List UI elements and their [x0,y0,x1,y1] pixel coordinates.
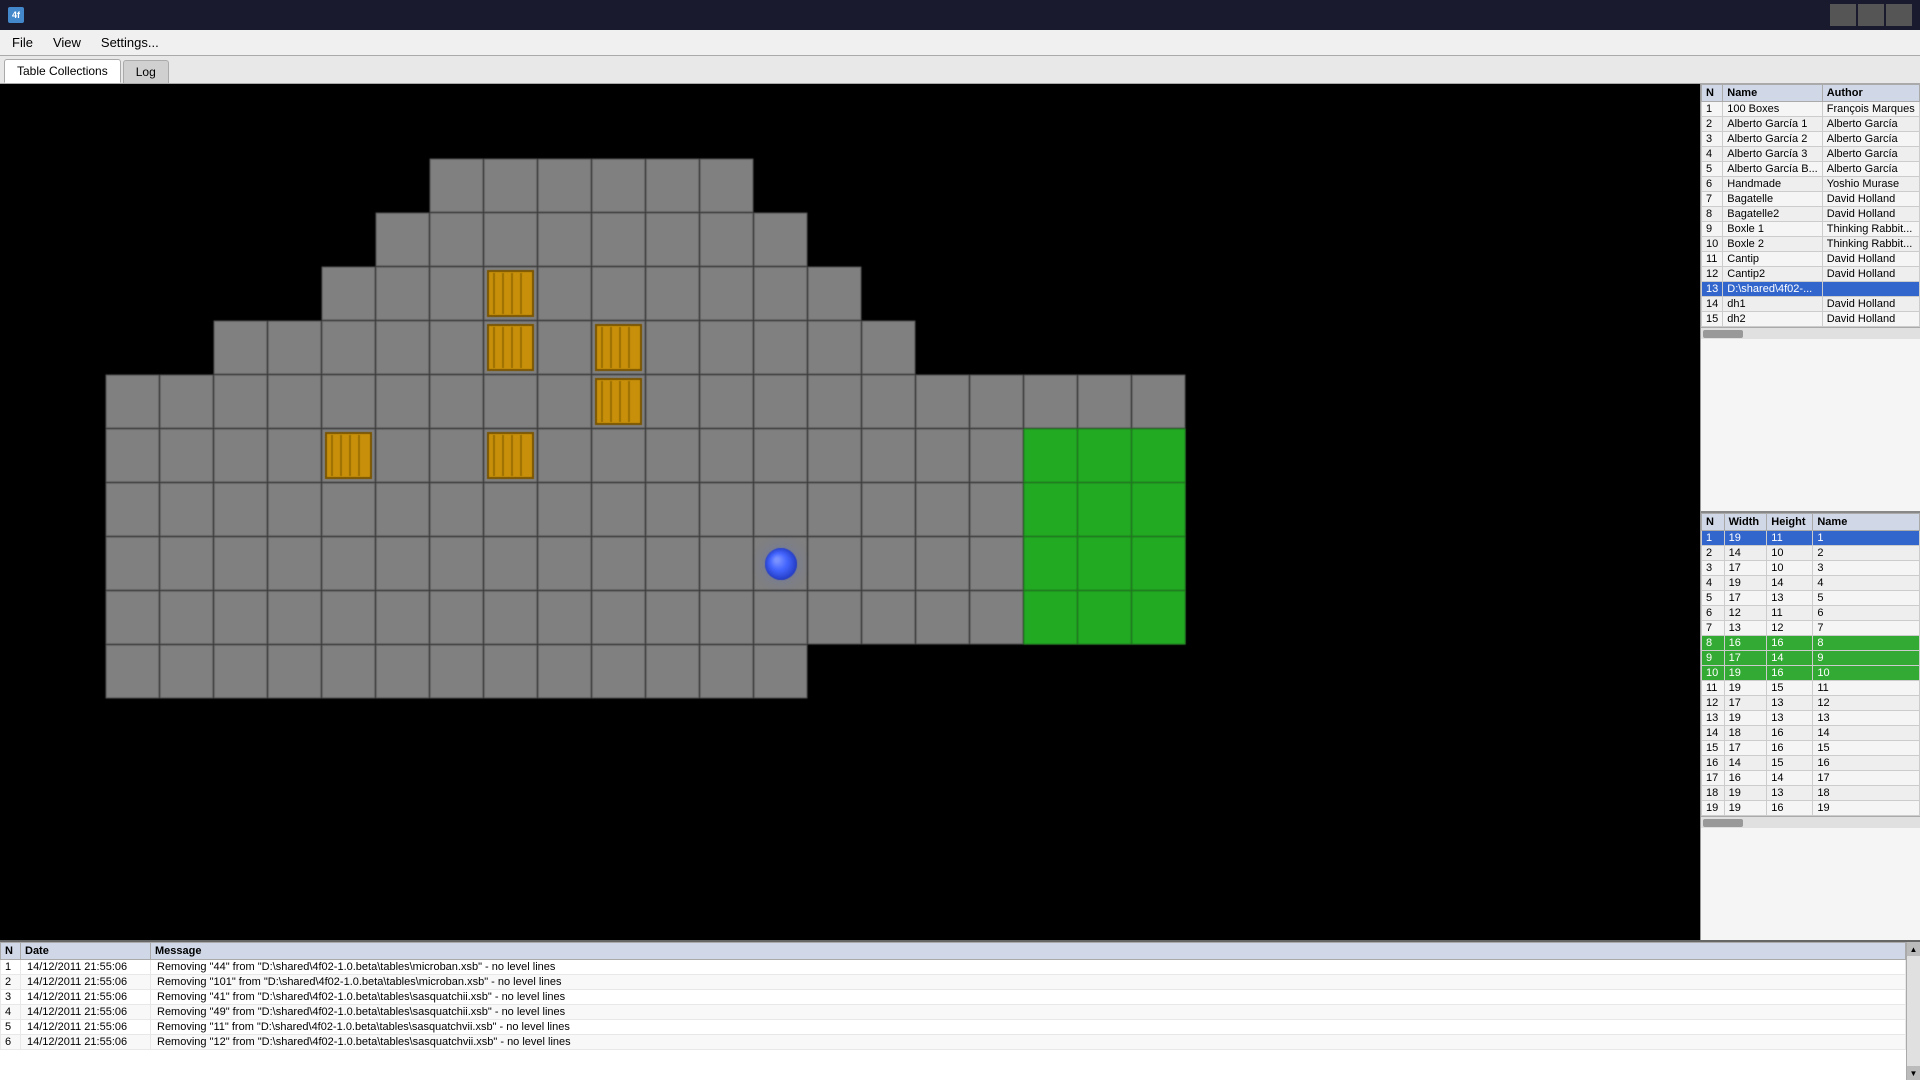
menu-view[interactable]: View [45,33,89,52]
level-row[interactable]: 17161417 [1702,771,1920,786]
log-scroll-indicator: ▲ ▼ [1906,942,1920,1080]
collection-row[interactable]: 12Cantip2David HollanddavidS [1702,267,1920,282]
collection-row[interactable]: 1100 BoxesFrançois Marquessokob [1702,102,1920,117]
log-row: 214/12/2011 21:55:06Removing "101" from … [1,975,1906,990]
collection-row[interactable]: 9Boxle 1Thinking Rabbit... [1702,222,1920,237]
collections-table-wrap: N Name Author EMail 1100 BoxesFrançois M… [1701,84,1920,513]
collection-row[interactable]: 15dh2David HollanddavidS [1702,312,1920,327]
level-row[interactable]: 917149 [1702,651,1920,666]
level-row[interactable]: 517135 [1702,591,1920,606]
lvl-col-height: Height [1767,514,1813,531]
collection-row[interactable]: 13D:\shared\4f02-... [1702,282,1920,297]
levels-table-wrap: N Width Height Name 11911121410231710341… [1701,513,1920,940]
tab-table-collections[interactable]: Table Collections [4,59,121,83]
log-scroll-up[interactable]: ▲ [1907,942,1920,956]
game-canvas [0,84,1700,940]
titlebar-controls [1830,4,1912,26]
level-row[interactable]: 816168 [1702,636,1920,651]
log-table: N Date Message 114/12/2011 21:55:06Remov… [0,942,1906,1050]
collection-row[interactable]: 3Alberto García 2Alberto Garcíaalbeito [1702,132,1920,147]
log-row: 314/12/2011 21:55:06Removing "41" from "… [1,990,1906,1005]
level-row[interactable]: 119111 [1702,531,1920,546]
level-row[interactable]: 19191619 [1702,801,1920,816]
middle-row: N Name Author EMail 1100 BoxesFrançois M… [0,84,1920,940]
tabbar: Table Collections Log [0,56,1920,84]
collection-row[interactable]: 4Alberto García 3Alberto Garcíaalbeito [1702,147,1920,162]
lvl-col-name: Name [1813,514,1920,531]
level-row[interactable]: 713127 [1702,621,1920,636]
menubar: File View Settings... [0,30,1920,56]
tab-log[interactable]: Log [123,60,169,83]
maximize-button[interactable] [1858,4,1884,26]
level-row[interactable]: 14181614 [1702,726,1920,741]
lvl-col-n: N [1702,514,1725,531]
lvl-col-width: Width [1724,514,1767,531]
log-row: 514/12/2011 21:55:06Removing "11" from "… [1,1020,1906,1035]
log-scroll-down[interactable]: ▼ [1907,1066,1920,1080]
col-author: Author [1822,85,1919,102]
col-name: Name [1723,85,1822,102]
app-icon: 4f [8,7,24,23]
level-row[interactable]: 16141516 [1702,756,1920,771]
collections-hscroll[interactable] [1701,327,1920,339]
level-row[interactable]: 214102 [1702,546,1920,561]
bottom-area: N Date Message 114/12/2011 21:55:06Remov… [0,940,1920,1080]
collection-row[interactable]: 10Boxle 2Thinking Rabbit... [1702,237,1920,252]
levels-tbody: 1191112141023171034191445171356121167131… [1702,531,1920,816]
level-row[interactable]: 10191610 [1702,666,1920,681]
collection-row[interactable]: 5Alberto García B...Alberto Garcíaalbeit… [1702,162,1920,177]
level-row[interactable]: 15171615 [1702,741,1920,756]
menu-settings[interactable]: Settings... [93,33,167,52]
collection-row[interactable]: 7BagatelleDavid HollanddavidS [1702,192,1920,207]
titlebar-left: 4f [8,7,30,23]
collections-tbody: 1100 BoxesFrançois Marquessokob2Alberto … [1702,102,1920,327]
close-button[interactable] [1886,4,1912,26]
levels-hscroll[interactable] [1701,816,1920,828]
log-col-message: Message [151,943,1906,960]
log-table-wrap: N Date Message 114/12/2011 21:55:06Remov… [0,942,1906,1080]
collection-row[interactable]: 8Bagatelle2David HollanddavidS [1702,207,1920,222]
collection-row[interactable]: 14dh1David HollanddavidS [1702,297,1920,312]
level-row[interactable]: 12171312 [1702,696,1920,711]
right-panel: N Name Author EMail 1100 BoxesFrançois M… [1700,84,1920,940]
level-row[interactable]: 13191313 [1702,711,1920,726]
collection-row[interactable]: 2Alberto García 1Alberto Garcíaalbeito [1702,117,1920,132]
minimize-button[interactable] [1830,4,1856,26]
level-row[interactable]: 317103 [1702,561,1920,576]
collection-row[interactable]: 11CantipDavid HollanddavidS [1702,252,1920,267]
collection-row[interactable]: 6HandmadeYoshio Muraseyoshio [1702,177,1920,192]
level-row[interactable]: 419144 [1702,576,1920,591]
status-bar [0,916,1700,940]
menu-file[interactable]: File [4,33,41,52]
levels-table: N Width Height Name 11911121410231710341… [1701,513,1920,816]
log-col-date: Date [21,943,151,960]
log-col-n: N [1,943,21,960]
level-row[interactable]: 18191318 [1702,786,1920,801]
col-n: N [1702,85,1723,102]
log-row: 114/12/2011 21:55:06Removing "44" from "… [1,960,1906,975]
level-row[interactable]: 11191511 [1702,681,1920,696]
log-row: 614/12/2011 21:55:06Removing "12" from "… [1,1035,1906,1050]
level-row[interactable]: 612116 [1702,606,1920,621]
log-tbody: 114/12/2011 21:55:06Removing "44" from "… [1,960,1906,1050]
game-area[interactable] [0,84,1700,940]
collections-table: N Name Author EMail 1100 BoxesFrançois M… [1701,84,1920,327]
content-area: N Name Author EMail 1100 BoxesFrançois M… [0,84,1920,1080]
titlebar: 4f [0,0,1920,30]
log-row: 414/12/2011 21:55:06Removing "49" from "… [1,1005,1906,1020]
